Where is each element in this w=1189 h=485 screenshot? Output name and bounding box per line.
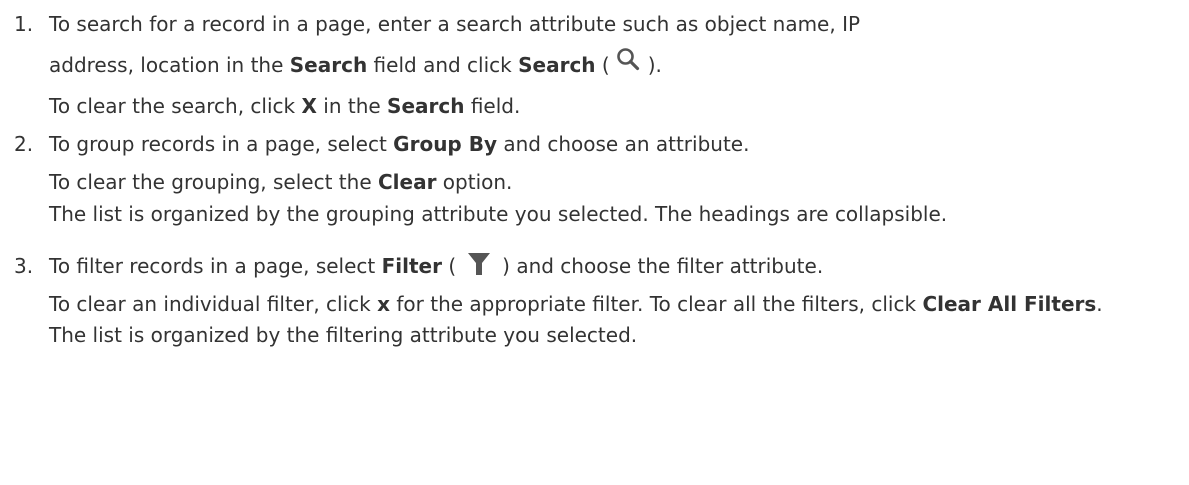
list-item-search: 1. To search for a record in a page, ent… <box>0 8 1189 122</box>
list-number: 3. <box>14 254 34 278</box>
step-text: To clear the grouping, select the Clear … <box>49 170 513 194</box>
list-item-group: 2. To group records in a page, select Gr… <box>0 128 1189 229</box>
instructions-list: 1. To search for a record in a page, ent… <box>0 0 1189 485</box>
filter-icon <box>459 247 499 281</box>
step-text: To search for a record in a page, enter … <box>49 12 861 36</box>
search-icon <box>613 44 645 78</box>
list-item-filter: 3. To filter records in a page, select F… <box>0 241 1189 351</box>
list-number: 2. <box>14 132 34 156</box>
list-number: 1. <box>14 12 34 36</box>
step-text: The list is organized by the filtering a… <box>49 323 638 347</box>
step-text: To group records in a page, select Group… <box>49 132 750 156</box>
step-text: address, location in the Search field an… <box>49 40 1189 90</box>
step-text: To clear an individual filter, click x f… <box>49 292 1103 316</box>
step-text: The list is organized by the grouping at… <box>49 202 948 226</box>
step-text: To filter records in a page, select Filt… <box>49 241 1189 291</box>
step-text: To clear the search, click X in the Sear… <box>49 94 521 118</box>
